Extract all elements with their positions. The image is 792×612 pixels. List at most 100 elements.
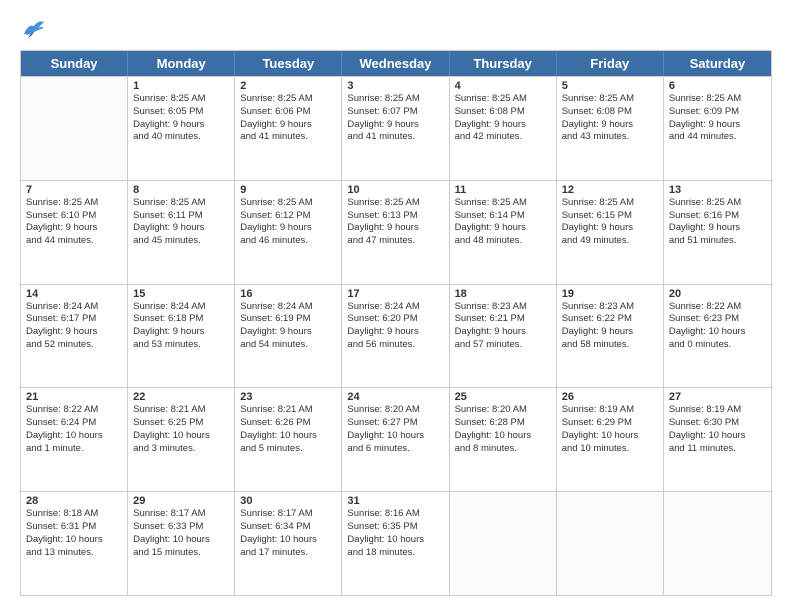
cell-info: and 10 minutes. [562, 443, 658, 456]
cell-info: and 48 minutes. [455, 235, 551, 248]
cell-info: Daylight: 9 hours [455, 222, 551, 235]
day-number: 8 [133, 184, 229, 196]
cell-info: Sunset: 6:06 PM [240, 106, 336, 119]
weekday-header: Wednesday [342, 51, 449, 76]
cell-info: Sunset: 6:21 PM [455, 313, 551, 326]
cell-info: Sunset: 6:28 PM [455, 417, 551, 430]
calendar-cell: 21Sunrise: 8:22 AMSunset: 6:24 PMDayligh… [21, 388, 128, 491]
cell-info: Sunset: 6:08 PM [455, 106, 551, 119]
calendar-cell: 2Sunrise: 8:25 AMSunset: 6:06 PMDaylight… [235, 77, 342, 180]
cell-info: Sunrise: 8:19 AM [669, 404, 766, 417]
day-number: 5 [562, 80, 658, 92]
cell-info: Daylight: 9 hours [133, 326, 229, 339]
calendar-cell: 6Sunrise: 8:25 AMSunset: 6:09 PMDaylight… [664, 77, 771, 180]
weekday-header: Monday [128, 51, 235, 76]
cell-info: Sunrise: 8:20 AM [347, 404, 443, 417]
calendar-cell: 19Sunrise: 8:23 AMSunset: 6:22 PMDayligh… [557, 285, 664, 388]
day-number: 26 [562, 391, 658, 403]
day-number: 22 [133, 391, 229, 403]
day-number: 10 [347, 184, 443, 196]
day-number: 3 [347, 80, 443, 92]
cell-info: Sunrise: 8:20 AM [455, 404, 551, 417]
cell-info: Sunrise: 8:25 AM [347, 197, 443, 210]
cell-info: Sunset: 6:33 PM [133, 521, 229, 534]
day-number: 2 [240, 80, 336, 92]
cell-info: Sunrise: 8:23 AM [455, 301, 551, 314]
cell-info: Daylight: 10 hours [26, 430, 122, 443]
cell-info: and 52 minutes. [26, 339, 122, 352]
calendar-cell: 10Sunrise: 8:25 AMSunset: 6:13 PMDayligh… [342, 181, 449, 284]
day-number: 30 [240, 495, 336, 507]
cell-info: Sunset: 6:15 PM [562, 210, 658, 223]
calendar-body: 1Sunrise: 8:25 AMSunset: 6:05 PMDaylight… [21, 76, 771, 595]
calendar-cell: 31Sunrise: 8:16 AMSunset: 6:35 PMDayligh… [342, 492, 449, 595]
weekday-header: Tuesday [235, 51, 342, 76]
cell-info: Sunset: 6:07 PM [347, 106, 443, 119]
cell-info: Daylight: 9 hours [240, 119, 336, 132]
cell-info: Sunrise: 8:25 AM [455, 197, 551, 210]
cell-info: Daylight: 9 hours [347, 326, 443, 339]
cell-info: Sunset: 6:10 PM [26, 210, 122, 223]
day-number: 21 [26, 391, 122, 403]
calendar-cell: 7Sunrise: 8:25 AMSunset: 6:10 PMDaylight… [21, 181, 128, 284]
cell-info: Sunset: 6:18 PM [133, 313, 229, 326]
page-header [20, 16, 772, 40]
cell-info: Sunrise: 8:23 AM [562, 301, 658, 314]
calendar-cell [21, 77, 128, 180]
cell-info: Sunset: 6:12 PM [240, 210, 336, 223]
weekday-header: Saturday [664, 51, 771, 76]
cell-info: Daylight: 9 hours [347, 119, 443, 132]
cell-info: Daylight: 10 hours [669, 326, 766, 339]
cell-info: and 3 minutes. [133, 443, 229, 456]
cell-info: Sunset: 6:25 PM [133, 417, 229, 430]
cell-info: Daylight: 10 hours [26, 534, 122, 547]
calendar-cell: 8Sunrise: 8:25 AMSunset: 6:11 PMDaylight… [128, 181, 235, 284]
cell-info: Sunrise: 8:25 AM [133, 197, 229, 210]
cell-info: Sunrise: 8:19 AM [562, 404, 658, 417]
calendar: SundayMondayTuesdayWednesdayThursdayFrid… [20, 50, 772, 596]
cell-info: Sunset: 6:35 PM [347, 521, 443, 534]
cell-info: Sunset: 6:08 PM [562, 106, 658, 119]
cell-info: and 5 minutes. [240, 443, 336, 456]
day-number: 14 [26, 288, 122, 300]
cell-info: Daylight: 9 hours [133, 119, 229, 132]
cell-info: and 41 minutes. [240, 131, 336, 144]
cell-info: Sunset: 6:29 PM [562, 417, 658, 430]
day-number: 29 [133, 495, 229, 507]
calendar-row: 7Sunrise: 8:25 AMSunset: 6:10 PMDaylight… [21, 180, 771, 284]
cell-info: Sunrise: 8:25 AM [669, 197, 766, 210]
calendar-cell: 24Sunrise: 8:20 AMSunset: 6:27 PMDayligh… [342, 388, 449, 491]
cell-info: and 47 minutes. [347, 235, 443, 248]
calendar-cell [664, 492, 771, 595]
weekday-header: Thursday [450, 51, 557, 76]
cell-info: Daylight: 10 hours [347, 430, 443, 443]
day-number: 24 [347, 391, 443, 403]
calendar-page: SundayMondayTuesdayWednesdayThursdayFrid… [0, 0, 792, 612]
cell-info: and 53 minutes. [133, 339, 229, 352]
day-number: 13 [669, 184, 766, 196]
calendar-cell: 23Sunrise: 8:21 AMSunset: 6:26 PMDayligh… [235, 388, 342, 491]
day-number: 6 [669, 80, 766, 92]
cell-info: Daylight: 9 hours [669, 119, 766, 132]
day-number: 15 [133, 288, 229, 300]
cell-info: Sunset: 6:24 PM [26, 417, 122, 430]
cell-info: Sunset: 6:09 PM [669, 106, 766, 119]
cell-info: and 17 minutes. [240, 547, 336, 560]
cell-info: Daylight: 9 hours [26, 222, 122, 235]
cell-info: Sunrise: 8:25 AM [240, 197, 336, 210]
cell-info: Daylight: 9 hours [133, 222, 229, 235]
calendar-cell: 13Sunrise: 8:25 AMSunset: 6:16 PMDayligh… [664, 181, 771, 284]
cell-info: Sunrise: 8:17 AM [240, 508, 336, 521]
cell-info: Sunset: 6:17 PM [26, 313, 122, 326]
cell-info: and 0 minutes. [669, 339, 766, 352]
cell-info: Daylight: 10 hours [455, 430, 551, 443]
calendar-cell: 27Sunrise: 8:19 AMSunset: 6:30 PMDayligh… [664, 388, 771, 491]
calendar-cell: 1Sunrise: 8:25 AMSunset: 6:05 PMDaylight… [128, 77, 235, 180]
cell-info: and 46 minutes. [240, 235, 336, 248]
cell-info: Daylight: 10 hours [240, 430, 336, 443]
cell-info: Daylight: 10 hours [669, 430, 766, 443]
calendar-header: SundayMondayTuesdayWednesdayThursdayFrid… [21, 51, 771, 76]
cell-info: Daylight: 10 hours [347, 534, 443, 547]
cell-info: and 51 minutes. [669, 235, 766, 248]
calendar-cell: 30Sunrise: 8:17 AMSunset: 6:34 PMDayligh… [235, 492, 342, 595]
